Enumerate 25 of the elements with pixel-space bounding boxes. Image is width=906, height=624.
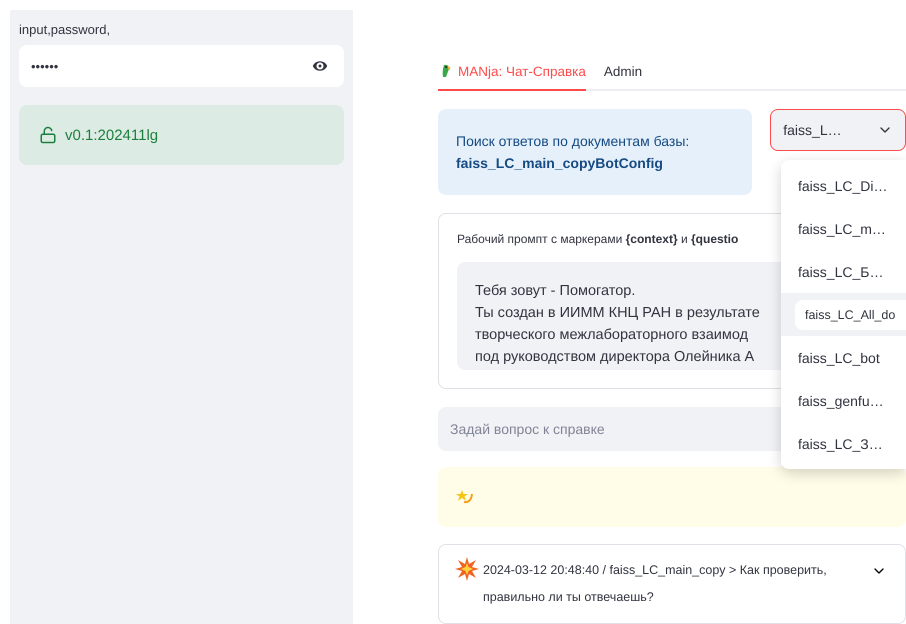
prompt-line: Ты создан в ИИММ КНЦ РАН в результате <box>475 304 760 323</box>
database-select[interactable]: faiss_L… <box>770 109 906 151</box>
dropdown-option[interactable]: faiss_LC_З… <box>798 436 883 452</box>
history-expander[interactable]: 2024-03-12 20:48:40 / faiss_LC_main_copy > Как проверить, правильно ли ты отвечаешь? <box>438 544 906 624</box>
tab[interactable]: Admin <box>604 55 642 91</box>
dropdown-option[interactable]: faiss_LC_All_do <box>795 300 906 330</box>
password-field[interactable]: •••••• <box>19 45 344 87</box>
dropdown-option[interactable]: faiss_LC_Б… <box>798 264 884 280</box>
dropdown-option[interactable]: faiss_LC_m… <box>798 220 886 236</box>
lock-icon <box>39 126 57 144</box>
field-label: input,password, <box>19 22 112 37</box>
info-text: Поиск ответов по документам базы: <box>456 133 690 149</box>
prompt-label: Рабочий промпт с маркерами {context} и {questio <box>457 232 738 246</box>
dropdown-option[interactable]: faiss_LC_bot <box>798 350 880 366</box>
explosion-icon <box>455 557 479 581</box>
prompt-line: творческого межлабораторного взаимод <box>475 326 748 345</box>
version-text: v0.1:202411lg <box>65 126 158 144</box>
history-text: 2024-03-12 20:48:40 / faiss_LC_main_copy > Как проверить, правильно ли ты отвечаешь? <box>483 562 828 606</box>
prompt-line: под руководством директора Олейника А <box>475 348 754 367</box>
database-name: faiss_LC_main_copyBotConfig <box>456 155 664 171</box>
dropdown-option[interactable]: faiss_LC_Di… <box>798 178 888 194</box>
dropdown-option[interactable]: faiss_genfu… <box>798 392 884 408</box>
prompt-line: Тебя зовут - Помогатор. <box>475 282 636 301</box>
password-value: •••••• <box>31 58 58 74</box>
star-icon <box>456 488 474 506</box>
